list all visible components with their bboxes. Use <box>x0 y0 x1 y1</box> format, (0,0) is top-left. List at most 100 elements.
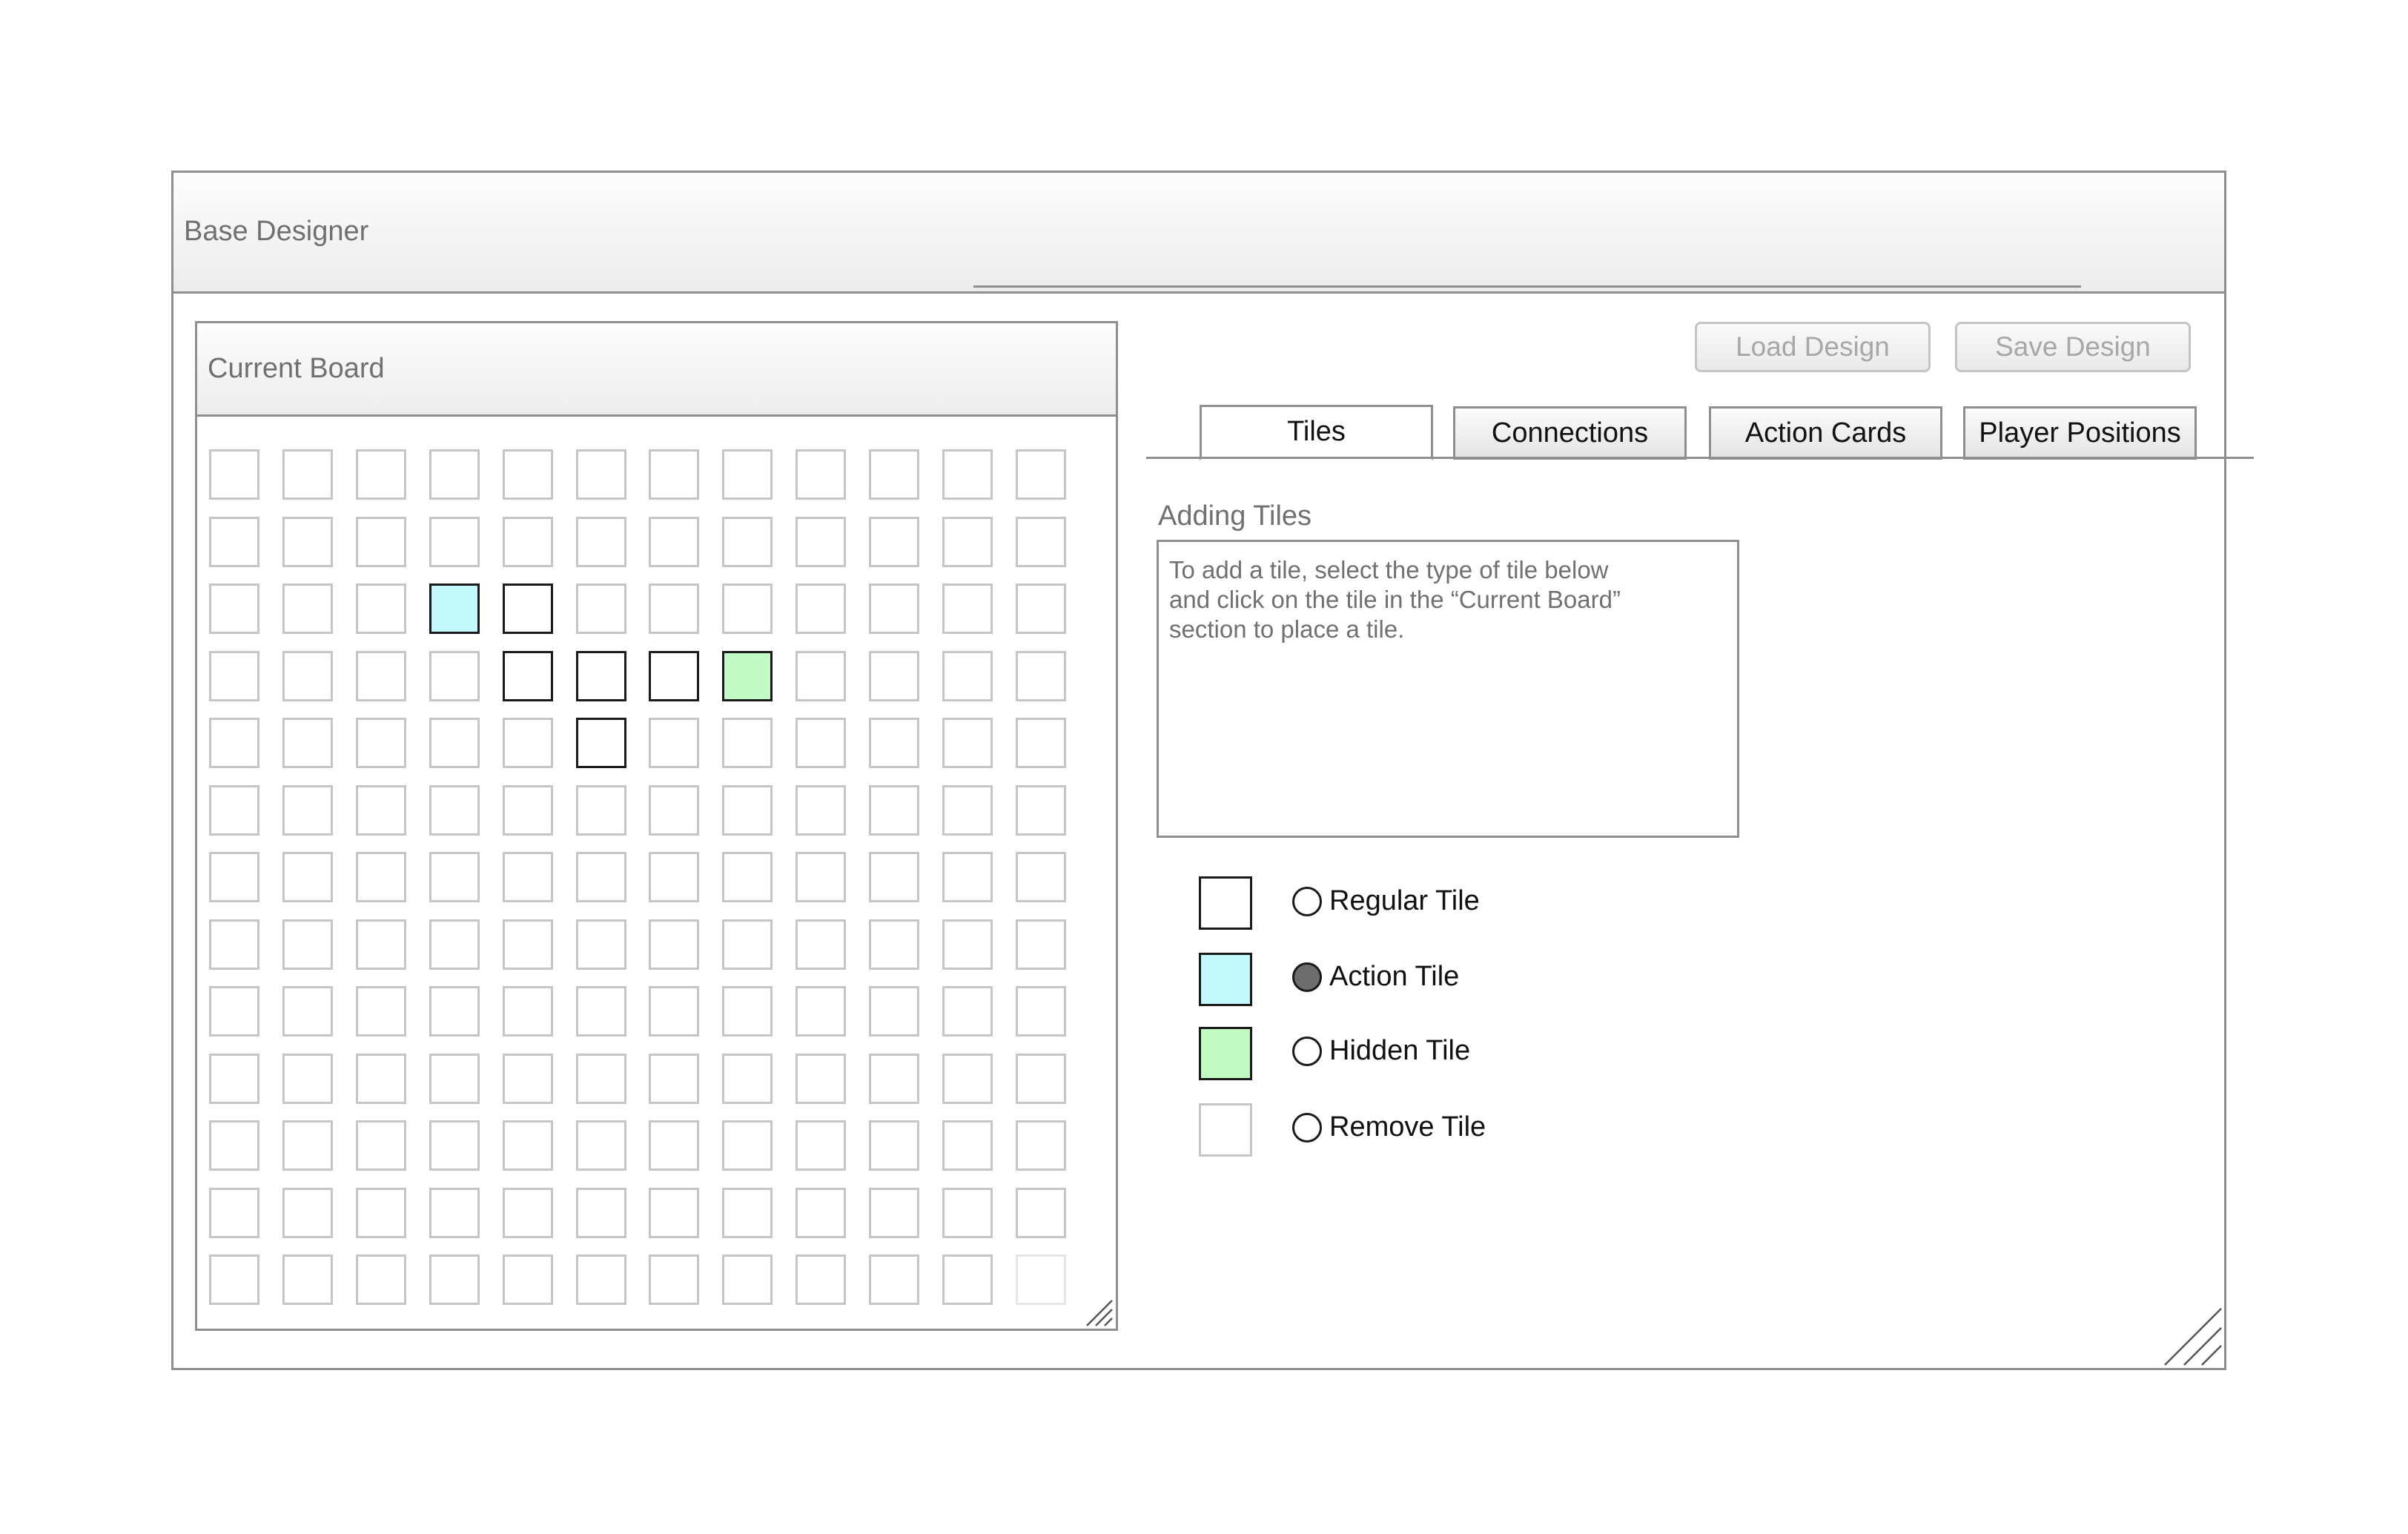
board-cell[interactable] <box>429 718 480 768</box>
board-cell[interactable] <box>209 1120 259 1171</box>
board-cell[interactable] <box>356 1120 406 1171</box>
board-cell[interactable] <box>429 651 480 701</box>
board-cell[interactable] <box>796 583 846 634</box>
board-cell[interactable] <box>649 517 699 567</box>
board-cell[interactable] <box>356 852 406 902</box>
board-cell[interactable] <box>282 517 333 567</box>
board-cell[interactable] <box>1016 1054 1066 1104</box>
board-cell[interactable] <box>1016 852 1066 902</box>
board-tile-regular[interactable] <box>576 718 626 768</box>
board-cell[interactable] <box>576 583 626 634</box>
board-cell[interactable] <box>209 919 259 970</box>
board-cell[interactable] <box>576 785 626 836</box>
board-cell[interactable] <box>722 785 773 836</box>
board-cell[interactable] <box>649 1120 699 1171</box>
board-cell[interactable] <box>942 1054 993 1104</box>
board-cell[interactable] <box>209 1054 259 1104</box>
tab-player-positions[interactable]: Player Positions <box>1963 406 2197 460</box>
board-cell[interactable] <box>282 449 333 500</box>
board-cell[interactable] <box>429 449 480 500</box>
board-cell[interactable] <box>649 1054 699 1104</box>
board-cell[interactable] <box>722 1120 773 1171</box>
board-cell[interactable] <box>796 852 846 902</box>
board-cell[interactable] <box>649 1188 699 1238</box>
board-cell[interactable] <box>796 1120 846 1171</box>
board-cell[interactable] <box>209 718 259 768</box>
board-cell[interactable] <box>209 986 259 1037</box>
board-cell[interactable] <box>356 449 406 500</box>
board-tile-regular[interactable] <box>649 651 699 701</box>
board-cell[interactable] <box>503 1254 553 1305</box>
board-cell[interactable] <box>356 1188 406 1238</box>
board-cell[interactable] <box>429 785 480 836</box>
board-cell[interactable] <box>1016 785 1066 836</box>
board-cell[interactable] <box>649 583 699 634</box>
board-cell[interactable] <box>282 718 333 768</box>
board-cell[interactable] <box>649 852 699 902</box>
board-cell[interactable] <box>209 785 259 836</box>
board-cell[interactable] <box>503 785 553 836</box>
board-cell[interactable] <box>796 651 846 701</box>
board-cell[interactable] <box>356 651 406 701</box>
tab-action-cards[interactable]: Action Cards <box>1709 406 1942 460</box>
board-cell[interactable] <box>429 1188 480 1238</box>
save-design-button[interactable]: Save Design <box>1955 322 2191 372</box>
board-cell[interactable] <box>869 517 919 567</box>
board-cell[interactable] <box>209 583 259 634</box>
board-cell[interactable] <box>282 651 333 701</box>
board-cell[interactable] <box>942 517 993 567</box>
board-cell[interactable] <box>576 852 626 902</box>
board-cell[interactable] <box>942 1120 993 1171</box>
board-cell[interactable] <box>649 1254 699 1305</box>
board-cell[interactable] <box>796 1188 846 1238</box>
board-cell[interactable] <box>576 517 626 567</box>
board-cell[interactable] <box>429 1054 480 1104</box>
board-cell[interactable] <box>649 449 699 500</box>
board-cell[interactable] <box>869 1254 919 1305</box>
board-cell[interactable] <box>722 1188 773 1238</box>
board-cell[interactable] <box>942 651 993 701</box>
board-cell[interactable] <box>1016 718 1066 768</box>
board-cell[interactable] <box>1016 919 1066 970</box>
board-cell[interactable] <box>796 919 846 970</box>
board-cell[interactable] <box>796 986 846 1037</box>
board-cell[interactable] <box>869 718 919 768</box>
board-cell[interactable] <box>869 651 919 701</box>
board-cell[interactable] <box>722 986 773 1037</box>
board-cell[interactable] <box>429 1254 480 1305</box>
board-cell[interactable] <box>503 449 553 500</box>
board-cell[interactable] <box>1016 1254 1066 1305</box>
board-cell[interactable] <box>1016 651 1066 701</box>
board-cell[interactable] <box>869 1120 919 1171</box>
board-cell[interactable] <box>282 919 333 970</box>
board-cell[interactable] <box>649 919 699 970</box>
board-cell[interactable] <box>356 1254 406 1305</box>
board-cell[interactable] <box>209 449 259 500</box>
board-cell[interactable] <box>209 651 259 701</box>
board-cell[interactable] <box>503 718 553 768</box>
board-cell[interactable] <box>209 1188 259 1238</box>
board-cell[interactable] <box>576 449 626 500</box>
board-cell[interactable] <box>429 1120 480 1171</box>
board-cell[interactable] <box>1016 1120 1066 1171</box>
board-cell[interactable] <box>282 1054 333 1104</box>
board-cell[interactable] <box>576 1054 626 1104</box>
board-tile-regular[interactable] <box>503 651 553 701</box>
window-resize-grip-icon[interactable] <box>2163 1307 2223 1366</box>
board-cell[interactable] <box>209 517 259 567</box>
board-cell[interactable] <box>1016 1188 1066 1238</box>
board-cell[interactable] <box>503 517 553 567</box>
board-cell[interactable] <box>942 785 993 836</box>
board-cell[interactable] <box>722 718 773 768</box>
board-cell[interactable] <box>503 986 553 1037</box>
board-cell[interactable] <box>722 583 773 634</box>
board-cell[interactable] <box>722 517 773 567</box>
board-cell[interactable] <box>796 517 846 567</box>
board-cell[interactable] <box>869 852 919 902</box>
board-cell[interactable] <box>869 986 919 1037</box>
tab-tiles[interactable]: Tiles <box>1200 405 1433 460</box>
board-cell[interactable] <box>429 919 480 970</box>
board-cell[interactable] <box>503 852 553 902</box>
board-cell[interactable] <box>722 449 773 500</box>
board-cell[interactable] <box>356 718 406 768</box>
